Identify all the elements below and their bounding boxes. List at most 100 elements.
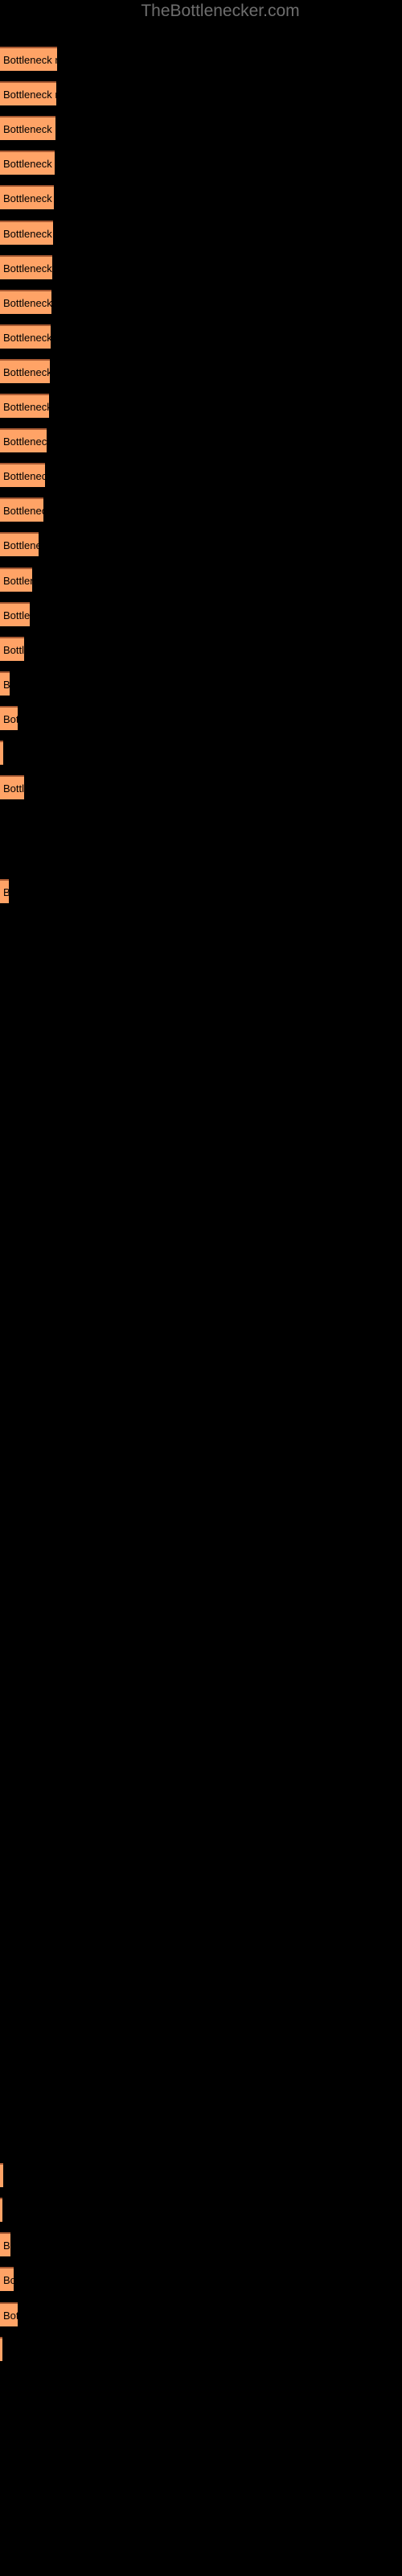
bar-row: Bottleneck result <box>0 1643 402 1667</box>
bar-row: Bottleneck result <box>0 1053 402 1077</box>
bar-67[interactable]: Bottleneck result <box>0 2336 2 2361</box>
bar-8[interactable]: Bottleneck result <box>0 289 51 314</box>
bar-row: Bottleneck result <box>0 324 402 349</box>
bar-16[interactable]: Bottleneck result <box>0 567 32 592</box>
bar-label: Bottleneck result <box>3 54 57 66</box>
bar-row: Bottleneck result <box>0 81 402 106</box>
bar-label: Bottleneck result <box>3 2309 18 2322</box>
bar-row: Bottleneck result <box>0 1955 402 1979</box>
bar-row: Bottleneck result <box>0 1747 402 1771</box>
bar-row: Bottleneck result <box>0 2475 402 2500</box>
bar-row: Bottleneck result <box>0 1157 402 1181</box>
bar-label: Bottleneck result <box>3 296 51 309</box>
bar-row: Bottleneck result <box>0 1331 402 1355</box>
bar-row: Bottleneck result <box>0 220 402 245</box>
bar-row: Bottleneck result <box>0 1920 402 1944</box>
bar-21[interactable]: Bottleneck result <box>0 741 3 765</box>
bar-15[interactable]: Bottleneck result <box>0 532 39 557</box>
bar-10[interactable]: Bottleneck result <box>0 358 50 383</box>
bar-label: Bottleneck result <box>3 643 24 656</box>
bar-label: Bottleneck result <box>3 470 45 483</box>
bar-row: Bottleneck result <box>0 1504 402 1528</box>
bar-row: Bottleneck result <box>0 1088 402 1112</box>
bar-row: Bottleneck result <box>0 741 402 765</box>
bar-row: Bottleneck result <box>0 497 402 522</box>
bar-row: Bottleneck result <box>0 358 402 383</box>
bar-row: Bottleneck result <box>0 601 402 626</box>
bar-row: Bottleneck result <box>0 2232 402 2257</box>
bar-row: Bottleneck result <box>0 116 402 141</box>
bar-label: Bottleneck result <box>3 712 18 725</box>
bar-row: Bottleneck result <box>0 2372 402 2396</box>
bar-row: Bottleneck result <box>0 2336 402 2361</box>
bar-label: Bottleneck result <box>3 678 10 691</box>
bar-22[interactable]: Bottleneck result <box>0 775 24 800</box>
bar-label: Bottleneck result <box>3 365 50 378</box>
bar-row: Bottleneck result <box>0 289 402 314</box>
bar-row: Bottleneck result <box>0 636 402 661</box>
bar-row: Bottleneck result <box>0 254 402 279</box>
bar-65[interactable]: Bottleneck result <box>0 2267 14 2292</box>
bar-row: Bottleneck result <box>0 1400 402 1424</box>
bar-2[interactable]: Bottleneck result <box>0 81 56 106</box>
bar-row: Bottleneck result <box>0 1018 402 1042</box>
bar-label: Bottleneck result <box>3 609 30 621</box>
bar-row: Bottleneck result <box>0 47 402 71</box>
bar-label: Bottleneck result <box>3 2240 10 2252</box>
bar-18[interactable]: Bottleneck result <box>0 636 24 661</box>
bar-66[interactable]: Bottleneck result <box>0 2301 18 2326</box>
bar-row: Bottleneck result <box>0 2198 402 2223</box>
bar-9[interactable]: Bottleneck result <box>0 324 51 349</box>
bar-row: Bottleneck result <box>0 949 402 973</box>
bar-64[interactable]: Bottleneck result <box>0 2232 10 2257</box>
bar-row: Bottleneck result <box>0 1990 402 2014</box>
bar-label: Bottleneck result <box>3 436 47 448</box>
bar-label: Bottleneck result <box>3 2274 14 2287</box>
bar-14[interactable]: Bottleneck result <box>0 497 43 522</box>
bar-row: Bottleneck result <box>0 1261 402 1286</box>
bar-label: Bottleneck result <box>3 505 43 518</box>
bar-label: Bottleneck result <box>3 401 49 413</box>
bar-row: Bottleneck result <box>0 2441 402 2465</box>
bar-row: Bottleneck result <box>0 463 402 488</box>
bar-row: Bottleneck result <box>0 1573 402 1597</box>
bar-4[interactable]: Bottleneck result <box>0 151 55 175</box>
bar-row: Bottleneck result <box>0 844 402 869</box>
bar-row: Bottleneck result <box>0 1435 402 1459</box>
bar-13[interactable]: Bottleneck result <box>0 463 45 488</box>
bar-row: Bottleneck result <box>0 2406 402 2430</box>
bar-12[interactable]: Bottleneck result <box>0 428 47 453</box>
bar-row: Bottleneck result <box>0 2545 402 2569</box>
bar-63[interactable]: Bottleneck result <box>0 2198 2 2223</box>
bar-label: Bottleneck result <box>3 158 55 171</box>
bar-label: Bottleneck result <box>3 881 9 903</box>
bar-7[interactable]: Bottleneck result <box>0 254 52 279</box>
bar-5[interactable]: Bottleneck result <box>0 185 54 210</box>
bar-row: Bottleneck result <box>0 1122 402 1146</box>
bar-row: Bottleneck result <box>0 2301 402 2326</box>
bar-row: Bottleneck result <box>0 532 402 557</box>
bar-row: Bottleneck result <box>0 2059 402 2083</box>
bar-label: Bottleneck result <box>3 574 32 587</box>
bar-row: Bottleneck result <box>0 2025 402 2049</box>
bar-row: Bottleneck result <box>0 2267 402 2292</box>
bar-19[interactable]: Bottleneck result <box>0 671 10 696</box>
bar-6[interactable]: Bottleneck result <box>0 220 53 245</box>
bar-row: Bottleneck result <box>0 185 402 210</box>
bar-row: Bottleneck result <box>0 879 402 904</box>
bar-17[interactable]: Bottleneck result <box>0 601 30 626</box>
bar-1[interactable]: Bottleneck result <box>0 47 57 71</box>
bar-row: Bottleneck result <box>0 1678 402 1702</box>
bar-row: Bottleneck result <box>0 810 402 834</box>
bar-label: Bottleneck result <box>3 89 56 101</box>
bar-row: Bottleneck result <box>0 671 402 696</box>
bar-20[interactable]: Bottleneck result <box>0 705 18 730</box>
bar-11[interactable]: Bottleneck result <box>0 394 49 418</box>
bar-3[interactable]: Bottleneck result <box>0 116 55 141</box>
bar-row: Bottleneck result <box>0 1712 402 1736</box>
bar-62[interactable]: Bottleneck result <box>0 2163 3 2188</box>
bar-row: Bottleneck result <box>0 775 402 800</box>
bar-row: Bottleneck result <box>0 1365 402 1389</box>
bar-row: Bottleneck result <box>0 1191 402 1216</box>
bar-25[interactable]: Bottleneck result <box>0 879 9 904</box>
